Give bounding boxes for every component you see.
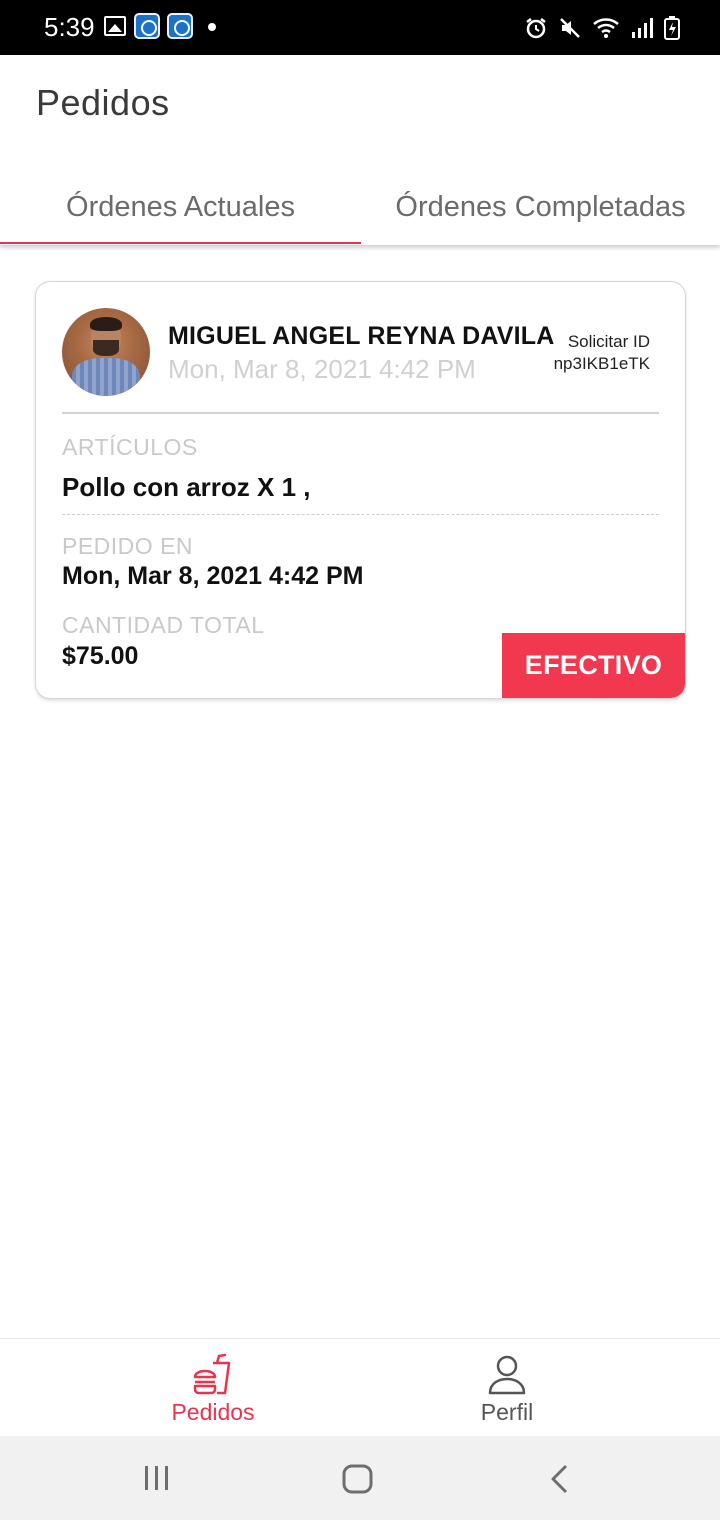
active-tab-indicator [0, 242, 361, 244]
alarm-icon [526, 18, 546, 39]
payment-method-badge: EFECTIVO [502, 633, 685, 698]
signal-icon [632, 18, 653, 38]
tab-current-orders[interactable]: Órdenes Actuales [0, 170, 361, 245]
order-card[interactable]: MIGUEL ANGEL REYNA DAVILA Mon, Mar 8, 20… [36, 282, 685, 698]
request-id-value: np3IKB1eTK [553, 354, 650, 373]
nav-label-perfil: Perfil [480, 1399, 534, 1425]
mute-icon [560, 18, 580, 38]
more-notifications-dot-icon [208, 23, 216, 31]
ordered-at-value: Mon, Mar 8, 2021 4:42 PM [62, 562, 364, 590]
person-icon [488, 1355, 526, 1395]
customer-name: MIGUEL ANGEL REYNA DAVILA [168, 322, 555, 350]
items-value: Pollo con arroz X 1 , [62, 472, 311, 502]
divider [62, 412, 659, 414]
request-id-label: Solicitar ID [567, 332, 650, 351]
ordered-at-label: PEDIDO EN [62, 533, 194, 559]
battery-icon [664, 16, 680, 40]
customer-avatar [62, 308, 150, 396]
page-title: Pedidos [36, 82, 170, 123]
status-time: 5:39 [44, 12, 95, 42]
tab-completed-orders[interactable]: Órdenes Completadas [361, 170, 720, 245]
total-amount-value: $75.00 [62, 642, 139, 670]
nav-item-perfil[interactable]: Perfil [327, 1339, 687, 1437]
app-notification-icon [167, 13, 193, 39]
system-navigation-bar [0, 1436, 720, 1520]
home-icon[interactable] [342, 1464, 374, 1494]
image-icon [104, 16, 126, 36]
dashed-divider [62, 514, 659, 515]
order-tabs: Órdenes Actuales Órdenes Completadas [0, 170, 720, 245]
bottom-navigation: Pedidos Perfil [0, 1338, 720, 1436]
total-amount-label: CANTIDAD TOTAL [62, 612, 265, 638]
wifi-icon [593, 18, 619, 38]
recents-icon[interactable] [142, 1464, 172, 1492]
status-bar: 5:39 [0, 0, 720, 55]
back-icon[interactable] [548, 1464, 572, 1494]
fast-food-icon [193, 1353, 231, 1395]
items-label: ARTÍCULOS [62, 434, 198, 460]
status-icons [524, 14, 680, 42]
app-notification-icon [134, 13, 160, 39]
order-datetime: Mon, Mar 8, 2021 4:42 PM [168, 354, 476, 384]
